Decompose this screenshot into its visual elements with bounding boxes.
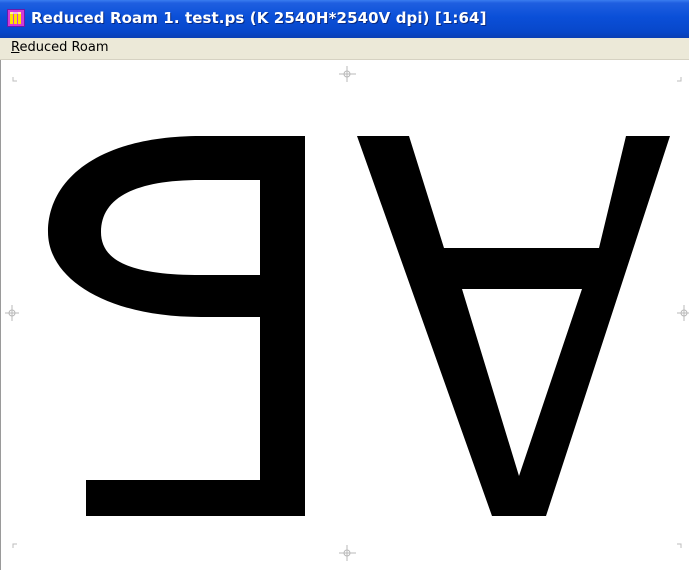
window-title: Reduced Roam 1. test.ps (K 2540H*2540V d… (31, 9, 487, 27)
glyph-b (48, 136, 305, 516)
registration-mark-left (5, 305, 19, 321)
glyph-a (357, 136, 670, 516)
registration-mark-top (339, 66, 356, 82)
menu-bar: Reduced Roam (0, 38, 689, 60)
app-icon[interactable] (7, 9, 25, 27)
page-canvas[interactable] (0, 60, 689, 570)
menu-item-label: educed Roam (19, 40, 109, 55)
registration-mark-right (677, 305, 689, 321)
title-bar[interactable]: Reduced Roam 1. test.ps (K 2540H*2540V d… (0, 0, 689, 38)
registration-mark-bottom (339, 545, 356, 561)
menu-item-reduced-roam[interactable]: Reduced Roam (11, 40, 109, 55)
page-render (5, 66, 689, 561)
